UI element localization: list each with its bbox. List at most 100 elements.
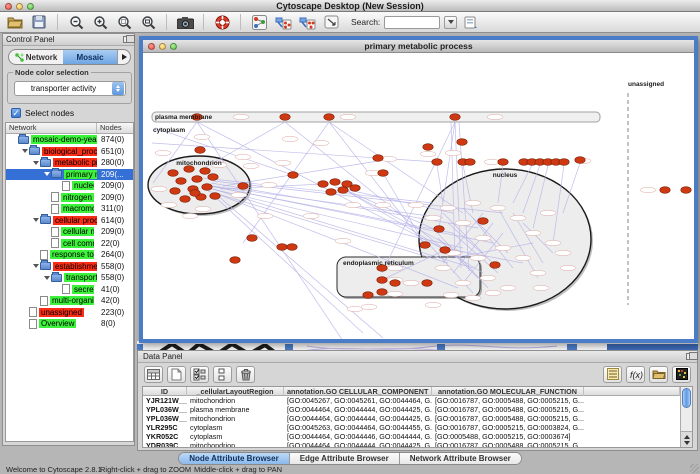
- tab-overflow-button[interactable]: [117, 50, 130, 64]
- tree-col-network[interactable]: Network: [6, 123, 97, 133]
- tree-row-nucleobase-[interactable]: nucleobase-209(0): [6, 180, 133, 192]
- table-cell[interactable]: YPL036W__1: [143, 414, 187, 423]
- canvas-node[interactable]: [378, 170, 388, 177]
- annotation-icon[interactable]: [321, 13, 341, 31]
- canvas-node[interactable]: [465, 159, 475, 166]
- matrix-heatmap-icon[interactable]: [672, 366, 691, 383]
- canvas-node[interactable]: [230, 257, 240, 264]
- table-header-1[interactable]: _cellularLayoutRegion: [187, 387, 284, 396]
- canvas-node[interactable]: [422, 280, 432, 287]
- snapshot-camera-icon[interactable]: [175, 13, 195, 31]
- select-attributes-icon[interactable]: [190, 366, 209, 383]
- table-header-3[interactable]: annotation.GO MOLECULAR_FUNCTION: [432, 387, 584, 396]
- disclosure-arrow-icon[interactable]: [31, 218, 40, 222]
- canvas-node[interactable]: [170, 188, 180, 195]
- disclosure-arrow-icon[interactable]: [20, 149, 29, 153]
- canvas-node[interactable]: [450, 114, 460, 121]
- canvas-node[interactable]: [280, 114, 290, 121]
- table-row[interactable]: YJR121W__1mitochondrion[GO:0045267, GO:0…: [143, 396, 680, 405]
- scrollbar-arrows[interactable]: [681, 431, 692, 447]
- canvas-node[interactable]: [202, 184, 212, 191]
- zoom-selected-icon[interactable]: [114, 13, 134, 31]
- canvas-node[interactable]: [390, 280, 400, 287]
- tree-row-mosaic-demo-yeast[interactable]: mosaic-demo-yeast874(0): [6, 134, 133, 146]
- canvas-node[interactable]: [432, 159, 442, 166]
- table-scrollbar[interactable]: [680, 387, 692, 447]
- table-row[interactable]: YPL036W__1mitochondrion[GO:0044464, GO:0…: [143, 414, 680, 423]
- tree-row-metabolic-process[interactable]: metabolic process280(0): [6, 157, 133, 169]
- tree-row-overview[interactable]: Overview8(0): [6, 318, 133, 330]
- table-cell[interactable]: [GO:0016787, GO:0005488, GO:0005215, G..…: [432, 405, 584, 414]
- canvas-node[interactable]: [190, 190, 200, 197]
- canvas-node[interactable]: [210, 193, 220, 200]
- table-row[interactable]: YDR039C__1mitochondrion[GO:0044464, GO:0…: [143, 441, 680, 447]
- resize-grip[interactable]: [690, 464, 699, 473]
- canvas-node[interactable]: [498, 159, 508, 166]
- canvas-node[interactable]: [330, 179, 340, 186]
- canvas-node[interactable]: [490, 262, 500, 269]
- tree-row-nitrogen-compo[interactable]: nitrogen compo209(0): [6, 192, 133, 204]
- table-cell[interactable]: mitochondrion: [187, 414, 284, 423]
- canvas-node[interactable]: [575, 157, 585, 164]
- canvas-node[interactable]: [423, 144, 433, 151]
- scroll-down-icon[interactable]: [684, 441, 690, 445]
- canvas-node[interactable]: [208, 174, 218, 181]
- tab-network-attribute-browser[interactable]: Network Attribute Browser: [400, 453, 521, 464]
- import-network-icon[interactable]: [273, 13, 293, 31]
- float-data-panel-icon[interactable]: [686, 353, 694, 360]
- table-cell[interactable]: YKR052C: [143, 432, 187, 441]
- disclosure-arrow-icon[interactable]: [31, 264, 40, 268]
- delete-attribute-trash-icon[interactable]: [236, 366, 255, 383]
- canvas-node[interactable]: [440, 247, 450, 254]
- network-window-titlebar[interactable]: primary metabolic process: [143, 40, 694, 53]
- network-view-icon[interactable]: [249, 13, 269, 31]
- network-canvas[interactable]: plasma membranecytoplasmmitochondrionnuc…: [143, 53, 694, 339]
- tree-row-response-to-stimulu[interactable]: response to stimulu264(0): [6, 249, 133, 261]
- table-cell[interactable]: [GO:0016787, GO:0005488, GO:0005215, G..…: [432, 414, 584, 423]
- table-row[interactable]: YPL036W__2plasma membrane[GO:0044464, GO…: [143, 405, 680, 414]
- scrollbar-thumb[interactable]: [682, 388, 691, 408]
- disclosure-arrow-icon[interactable]: [42, 276, 51, 280]
- canvas-node[interactable]: [559, 159, 569, 166]
- tree-row-transport[interactable]: transport558(0): [6, 272, 133, 284]
- table-cell[interactable]: plasma membrane: [187, 405, 284, 414]
- table-cell[interactable]: cytoplasm: [187, 432, 284, 441]
- table-cell[interactable]: cytoplasm: [187, 423, 284, 432]
- tree-row-establishment-of-lo[interactable]: establishment of lo558(0): [6, 261, 133, 273]
- table-cell[interactable]: [GO:0016787, GO:0005488, GO:0005215, G..…: [432, 441, 584, 447]
- canvas-node[interactable]: [324, 114, 334, 121]
- tree-row-macromolecule[interactable]: macromolecule311(0): [6, 203, 133, 215]
- open-file-icon[interactable]: [5, 13, 25, 31]
- canvas-node[interactable]: [238, 183, 248, 190]
- float-panel-icon[interactable]: [123, 36, 131, 43]
- canvas-node[interactable]: [350, 185, 360, 192]
- zoom-out-icon[interactable]: [66, 13, 86, 31]
- table-cell[interactable]: YJR121W__1: [143, 396, 187, 405]
- canvas-node[interactable]: [176, 178, 186, 185]
- zoom-fit-icon[interactable]: [138, 13, 158, 31]
- canvas-node[interactable]: [200, 168, 210, 175]
- table-cell[interactable]: [GO:0044464, GO:0044444, GO:0044425, G..…: [284, 405, 432, 414]
- table-cell[interactable]: YPL036W__2: [143, 405, 187, 414]
- unselect-attributes-icon[interactable]: [213, 366, 232, 383]
- tree-col-nodes[interactable]: Nodes: [97, 123, 133, 133]
- canvas-node[interactable]: [192, 176, 202, 183]
- tree-row-unassigned[interactable]: unassigned223(0): [6, 307, 133, 319]
- canvas-node[interactable]: [247, 235, 257, 242]
- canvas-node[interactable]: [420, 242, 430, 249]
- tree-row-secretion[interactable]: secretion41(0): [6, 284, 133, 296]
- function-builder-icon[interactable]: f(x): [626, 366, 645, 383]
- canvas-node[interactable]: [377, 277, 387, 284]
- table-cell[interactable]: [GO:0005488, GO:0005215, GO:0003674]: [432, 432, 584, 441]
- canvas-node[interactable]: [457, 139, 467, 146]
- disclosure-arrow-icon[interactable]: [31, 161, 40, 165]
- attribute-table-icon[interactable]: [144, 366, 163, 383]
- tree-row-cell-communicat[interactable]: cell communicat22(0): [6, 238, 133, 250]
- table-header-0[interactable]: ID: [143, 387, 187, 396]
- tab-node-attribute-browser[interactable]: Node Attribute Browser: [179, 453, 290, 464]
- import-table-icon[interactable]: [297, 13, 317, 31]
- canvas-node[interactable]: [478, 218, 488, 225]
- table-cell[interactable]: [GO:0044464, GO:0044444, GO:0044425, G..…: [284, 414, 432, 423]
- save-icon[interactable]: [29, 13, 49, 31]
- tree-row-multi-organism-pro[interactable]: multi-organism pro42(0): [6, 295, 133, 307]
